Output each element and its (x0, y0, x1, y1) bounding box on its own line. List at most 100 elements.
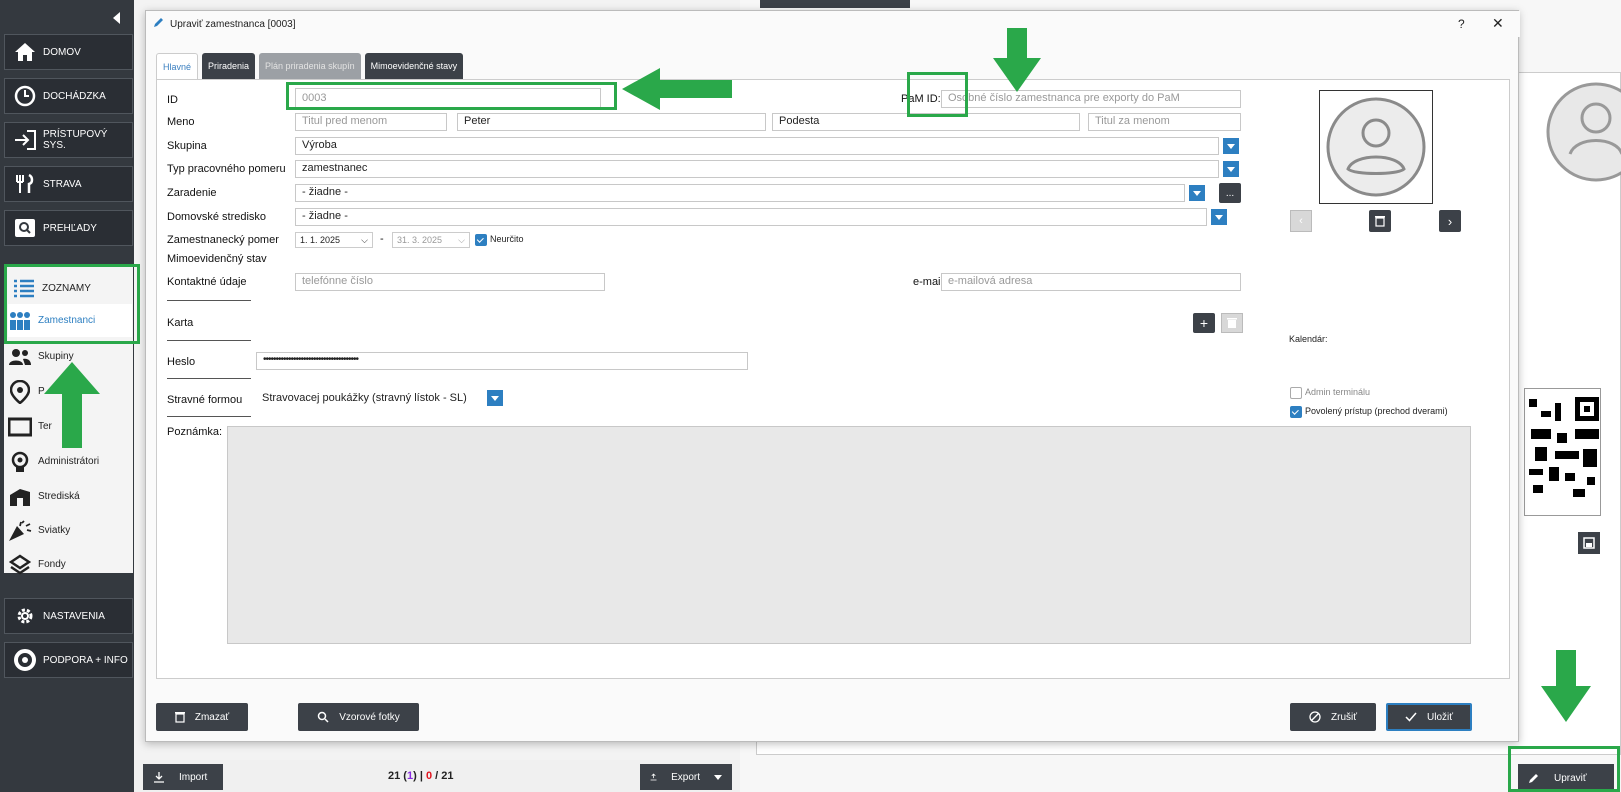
nav-podpora[interactable]: PODPORA + INFO (4, 642, 133, 678)
tab-plan-priradenia: Plán priradenia skupín (259, 53, 361, 79)
zaradenie-select[interactable]: - žiadne - (295, 184, 1185, 202)
chevron-down-icon (714, 774, 722, 780)
background-qr-code (1524, 388, 1601, 516)
gear-icon (13, 604, 37, 628)
delete-card-button (1221, 313, 1243, 333)
nav-label: PRÍSTUPOVÝ SYS. (43, 129, 108, 151)
sub-label: Administrátori (38, 456, 100, 467)
sub-strediska[interactable]: Strediská (8, 480, 132, 513)
zaradenie-dropdown-icon[interactable] (1189, 185, 1205, 201)
help-button[interactable]: ? (1458, 17, 1465, 31)
green-arrow-up-icon (44, 362, 100, 448)
add-card-button[interactable]: + (1193, 313, 1215, 333)
email-label: e-mail (913, 276, 943, 288)
domovske-dropdown-icon[interactable] (1211, 209, 1227, 225)
delete-photo-button[interactable] (1369, 210, 1391, 232)
edit-employee-dialog: Upraviť zamestnanca [0003] ? ✕ Hlavné Pr… (145, 10, 1520, 742)
nav-pristupovy[interactable]: PRÍSTUPOVÝ SYS. (4, 122, 133, 158)
date-from-field[interactable]: 1. 1. 2025 ⌵ (295, 232, 373, 248)
dialog-title: Upraviť zamestnanca [0003] (170, 18, 296, 30)
nav-strava[interactable]: STRAVA (4, 166, 133, 202)
highlight-box-upravit (1508, 746, 1620, 792)
tab-mimoevidencne[interactable]: Mimoevidenčné stavy (364, 53, 464, 79)
titul-pred-field[interactable]: Titul pred menom (295, 113, 447, 131)
stravne-select[interactable]: Stravovacej poukážky (stravný lístok - S… (256, 389, 484, 407)
nav-domov[interactable]: DOMOV (4, 34, 133, 70)
skupina-dropdown-icon[interactable] (1223, 138, 1239, 154)
separator (167, 378, 251, 379)
green-arrow-down-icon (1541, 650, 1591, 722)
cancel-button[interactable]: Zrušiť (1290, 703, 1376, 731)
domovske-label: Domovské stredisko (167, 211, 267, 223)
typ-dropdown-icon[interactable] (1223, 161, 1239, 177)
nav-label: DOMOV (43, 46, 81, 58)
export-icon (650, 773, 657, 781)
pam-id-field[interactable]: Osobné číslo zamestnanca pre exporty do … (941, 90, 1241, 108)
sample-photos-label: Vzorové fotky (339, 711, 400, 723)
povoleny-pristup-checkbox[interactable] (1290, 406, 1302, 418)
stravne-dropdown-icon[interactable] (487, 390, 503, 406)
import-button[interactable]: Import (143, 764, 223, 790)
nav-prehlady[interactable]: PREHĽADY (4, 210, 133, 246)
record-counter: 21 (1) | 0 / 21 (388, 770, 454, 782)
nav-label: PREHĽADY (43, 222, 97, 234)
sub-sviatky[interactable]: Sviatky (8, 514, 132, 547)
sub-fondy[interactable]: Fondy (8, 548, 132, 581)
phone-field[interactable]: telefónne číslo (295, 273, 605, 291)
heslo-label: Heslo (167, 356, 196, 368)
count-error: 0 (425, 770, 433, 782)
building-icon (8, 486, 32, 508)
save-label: Uložiť (1427, 711, 1453, 723)
nav-label: NASTAVENIA (43, 610, 105, 622)
employee-photo[interactable] (1319, 90, 1433, 204)
sub-administratori[interactable]: Administrátori (8, 445, 132, 478)
nav-label: DOCHÁDZKA (43, 90, 106, 102)
skupina-label: Skupina (167, 140, 207, 152)
chevron-down-icon: ⌵ (458, 234, 465, 245)
trash-icon (1375, 216, 1385, 227)
skupina-select[interactable]: Výroba (295, 137, 1219, 155)
nav-nastavenia[interactable]: NASTAVENIA (4, 598, 133, 634)
terminal-icon (8, 416, 32, 438)
first-name-field[interactable]: Peter (457, 113, 766, 131)
sample-photos-button[interactable]: Vzorové fotky (298, 703, 419, 731)
stravne-label: Stravné formou (167, 394, 243, 406)
titul-za-field[interactable]: Titul za menom (1088, 113, 1241, 131)
typ-label: Typ pracovného pomeru (167, 163, 286, 175)
home-icon (13, 40, 37, 64)
delete-button[interactable]: Zmazať (156, 703, 248, 731)
password-field[interactable]: •••••••••••••••••••••••••••••••••••••• (256, 352, 748, 370)
edit-pencil-icon (152, 17, 164, 29)
export-label: Export (671, 771, 700, 783)
trash-icon (174, 712, 185, 723)
nav-dochadzka[interactable]: DOCHÁDZKA (4, 78, 133, 114)
karta-label: Karta (167, 317, 194, 329)
sub-label: Sviatky (38, 525, 71, 536)
next-photo-button[interactable]: › (1439, 210, 1461, 232)
export-button[interactable]: Export (640, 764, 732, 790)
delete-label: Zmazať (194, 711, 230, 723)
dialog-tabs: Hlavné Priradenia Plán priradenia skupín… (156, 53, 464, 79)
close-button[interactable]: ✕ (1492, 15, 1504, 32)
tab-priradenia[interactable]: Priradenia (202, 53, 256, 79)
admin-terminal-checkbox[interactable] (1290, 387, 1302, 399)
kontakt-label: Kontaktné údaje (167, 276, 247, 288)
email-field[interactable]: e-mailová adresa (941, 273, 1241, 291)
typ-select[interactable]: zamestnanec (295, 160, 1219, 178)
date-to-field[interactable]: 31. 3. 2025 ⌵ (392, 232, 470, 248)
poznamka-textarea[interactable] (227, 426, 1471, 644)
meno-label: Meno (167, 116, 195, 128)
cutlery-icon (13, 172, 37, 196)
tab-hlavne[interactable]: Hlavné (156, 53, 199, 79)
neurcito-checkbox[interactable] (475, 234, 487, 246)
mimo-label: Mimoevidenčný stav (167, 253, 267, 265)
background-top-button (760, 0, 910, 8)
save-button[interactable]: Uložiť (1386, 703, 1472, 731)
background-save-button[interactable] (1578, 532, 1600, 554)
nav-label: STRAVA (43, 178, 82, 190)
domovske-select[interactable]: - žiadne - (295, 208, 1207, 226)
collapse-sidebar-icon[interactable] (113, 12, 120, 24)
location-pin-icon (8, 379, 32, 404)
cancel-circle-icon (1309, 711, 1321, 723)
zaradenie-more-button[interactable]: ... (1219, 183, 1241, 203)
